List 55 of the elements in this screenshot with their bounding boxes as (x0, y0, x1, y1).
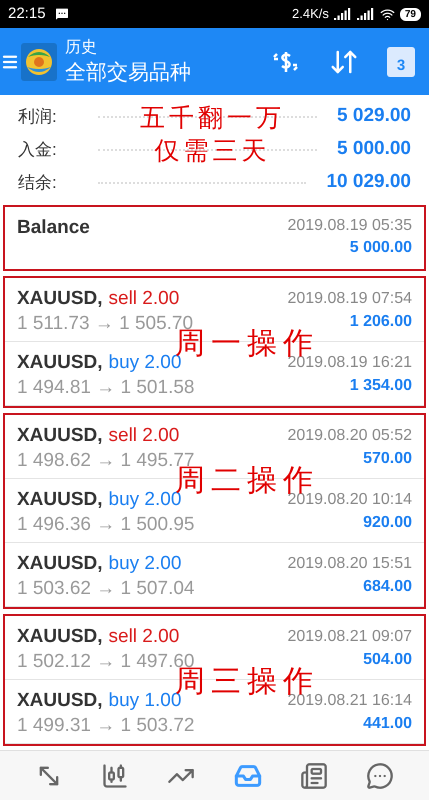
summary-label: 利润: (18, 106, 58, 128)
app-logo (21, 42, 57, 80)
signal-icon (356, 8, 375, 20)
price-range: 1 503.62 → 1 507.04 (17, 577, 194, 601)
price-range: 1 496.36 → 1 500.95 (17, 513, 194, 537)
symbol-label: XAUUSD, (17, 689, 103, 713)
battery-indicator: 79 (400, 8, 421, 20)
summary-value: 10 029.00 (326, 170, 411, 194)
trade-action: sell 2.00 (108, 625, 180, 649)
entry-date: 2019.08.19 16:21 (287, 354, 412, 373)
entry-amount: 570.00 (363, 449, 412, 469)
network-speed: 2.4K/s (292, 5, 329, 24)
annotation-text: 仅需三天 (154, 135, 270, 167)
symbol-label: XAUUSD, (17, 287, 103, 311)
entry-date: 2019.08.19 05:35 (287, 216, 412, 236)
summary-value: 5 029.00 (337, 104, 411, 128)
entry-amount: 684.00 (363, 577, 412, 597)
symbol-label: XAUUSD, (17, 488, 103, 512)
signal-icon (334, 8, 352, 20)
entry-date: 2019.08.21 16:14 (287, 692, 412, 711)
screen-title: 历史 (65, 38, 98, 58)
entry-amount: 504.00 (363, 650, 412, 670)
candlestick-icon[interactable] (101, 762, 130, 790)
entry-date: 2019.08.20 10:14 (287, 491, 412, 510)
summary-value: 5 000.00 (337, 137, 411, 162)
newspaper-icon[interactable] (300, 762, 328, 790)
trade-action: sell 2.00 (108, 424, 180, 448)
wifi-icon (380, 6, 395, 22)
trade-action: buy 2.00 (108, 552, 182, 576)
chat-bubble-icon[interactable] (366, 762, 394, 790)
summary-label: 入金: (18, 138, 58, 161)
entry-date: 2019.08.20 15:51 (287, 554, 412, 574)
symbol-filter[interactable]: 全部交易品种 (65, 58, 271, 86)
clock-text: 22:15 (8, 4, 46, 24)
menu-icon[interactable] (1, 52, 19, 70)
annotation-text: 五千翻一万 (140, 102, 285, 134)
entry-amount: 1 206.00 (350, 312, 412, 332)
symbol-label: XAUUSD, (17, 552, 103, 576)
entry-title: Balance (17, 216, 90, 240)
trade-action: sell 2.00 (108, 287, 180, 311)
entry-amount: 5 000.00 (350, 238, 412, 258)
entry-date: 2019.08.20 05:52 (287, 426, 412, 446)
message-icon (54, 6, 70, 22)
entry-amount: 1 354.00 (350, 376, 412, 396)
entry-amount: 441.00 (363, 714, 412, 734)
symbol-label: XAUUSD, (17, 351, 103, 375)
symbol-label: XAUUSD, (17, 424, 103, 448)
summary-label: 结余: (18, 172, 58, 194)
price-range: 1 499.31 → 1 503.72 (17, 714, 194, 738)
calendar-button[interactable]: 3 (387, 46, 415, 76)
entry-amount: 920.00 (363, 513, 412, 533)
price-range: 1 494.81 → 1 501.58 (17, 376, 194, 400)
entry-date: 2019.08.19 07:54 (287, 289, 412, 309)
symbol-label: XAUUSD, (17, 625, 103, 649)
entry-date: 2019.08.21 09:07 (287, 627, 412, 647)
